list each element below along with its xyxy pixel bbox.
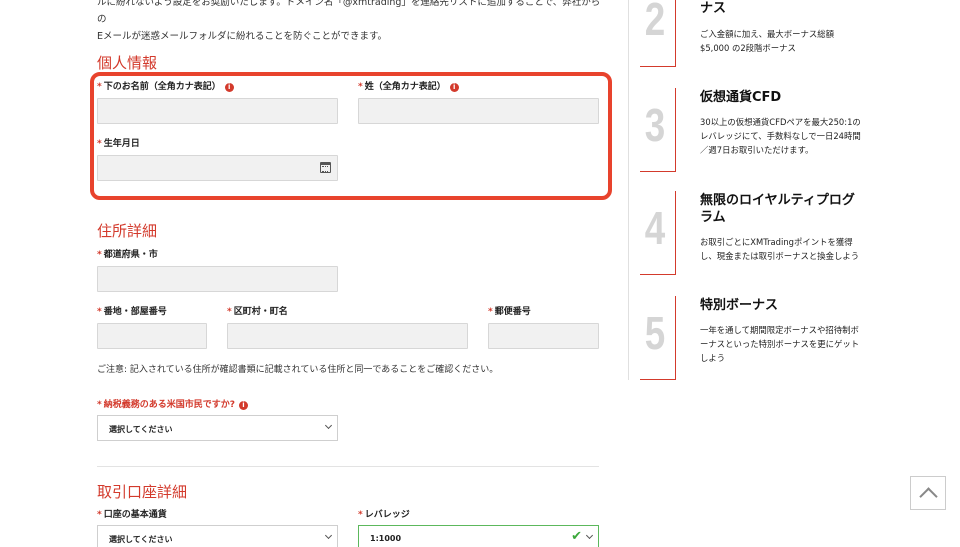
prefecture-label: * 都道府県・市 <box>97 250 158 260</box>
step-description: お取引ごとにXMTradingポイントを獲得し、現金または取引ボーナスと換金しよ… <box>700 237 860 261</box>
step-title: 無限のロイヤルティプログラム <box>700 193 855 225</box>
tax-label: * 納税義務のある米国市民ですか? i <box>97 397 248 410</box>
address-note: ご注意: 記入されている住所が確認書類に記載されている住所と同一であることをご確… <box>97 365 499 375</box>
column-divider <box>628 0 629 380</box>
leverage-select[interactable]: 1:1000 ✔ <box>358 525 599 547</box>
step-number: 3 <box>644 99 666 151</box>
divider <box>97 466 599 467</box>
step-title: 特別ボーナス <box>700 298 779 313</box>
step-title: ナス <box>700 1 727 16</box>
intro-text: ルに紛れないよう設定をお奨励いたします。ドメイン名「@xmtrading」を連絡… <box>97 0 607 45</box>
highlight-box <box>90 72 612 200</box>
chevron-down-icon <box>324 531 333 540</box>
step-number: 4 <box>644 202 666 254</box>
city-input[interactable] <box>227 323 468 349</box>
required-mark: * <box>97 307 102 317</box>
leverage-label: * レバレッジ <box>358 510 410 520</box>
chevron-down-icon <box>585 531 594 540</box>
address-section-title: 住所詳細 <box>97 222 158 240</box>
tax-select-value: 選択してください <box>109 425 173 434</box>
currency-select-value: 選択してください <box>109 535 173 544</box>
step-description: ご入金額に加え、最大ボーナス総額$5,000 の2段階ボーナス <box>700 29 834 53</box>
step-title: 仮想通貨CFD <box>700 90 782 105</box>
postal-label: * 郵便番号 <box>488 307 531 317</box>
required-mark: * <box>97 400 102 410</box>
currency-select[interactable]: 選択してください <box>97 525 338 547</box>
required-mark: * <box>97 510 102 520</box>
leverage-select-value: 1:1000 <box>370 534 402 543</box>
prefecture-input[interactable] <box>97 266 338 292</box>
step-number: 5 <box>644 307 666 359</box>
check-icon: ✔ <box>571 529 582 544</box>
back-to-top-button[interactable] <box>910 476 946 510</box>
required-mark: * <box>227 307 232 317</box>
step-description: 一年を通して期間限定ボーナスや招待制ボーナスといった特別ボーナスを更にゲットしよ… <box>700 325 860 363</box>
street-input[interactable] <box>97 323 207 349</box>
intro-line-1: ルに紛れないよう設定をお奨励いたします。ドメイン名「@xmtrading」を連絡… <box>97 0 601 25</box>
postal-input[interactable] <box>488 323 599 349</box>
info-icon[interactable]: i <box>238 401 248 410</box>
street-label: * 番地・部屋番号 <box>97 307 167 317</box>
step-description: 30以上の仮想通貨CFDペアを最大250:1のレバレッジにて、手数料なしで一日2… <box>700 117 861 155</box>
currency-label: * 口座の基本通貨 <box>97 510 167 520</box>
required-mark: * <box>97 250 102 260</box>
personal-section-title: 個人情報 <box>97 54 158 72</box>
step-number: 2 <box>644 0 666 45</box>
city-label: * 区町村・町名 <box>227 307 288 317</box>
chevron-down-icon <box>324 421 333 430</box>
required-mark: * <box>488 307 493 317</box>
intro-line-2: Eメールが迷惑メールフォルダに紛れることを防ぐことができます。 <box>97 31 388 42</box>
tax-select[interactable]: 選択してください <box>97 415 338 441</box>
chevron-up-icon <box>919 487 938 506</box>
required-mark: * <box>358 510 363 520</box>
account-section-title: 取引口座詳細 <box>97 483 188 501</box>
